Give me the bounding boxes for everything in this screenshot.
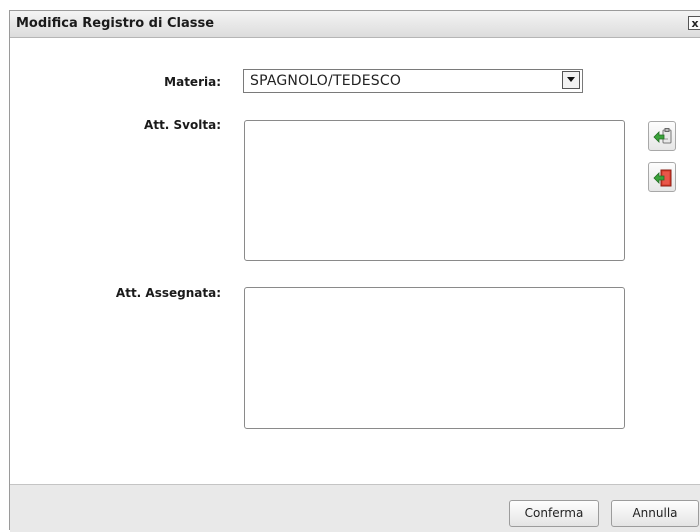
import-button[interactable] [648, 162, 676, 192]
cancel-button[interactable]: Annulla [611, 500, 699, 527]
red-book-green-arrow-icon [653, 169, 672, 187]
close-button[interactable]: x [688, 16, 700, 30]
att-assegnata-textarea[interactable] [244, 287, 625, 429]
att-assegnata-label: Att. Assegnata: [115, 286, 221, 300]
paste-green-arrow-icon [653, 128, 672, 144]
att-svolta-label: Att. Svolta: [144, 118, 221, 132]
dialog-titlebar[interactable]: Modifica Registro di Classe x [10, 11, 700, 38]
chevron-down-icon[interactable] [562, 71, 580, 89]
copy-previous-button[interactable] [648, 121, 676, 151]
edit-class-register-dialog: Modifica Registro di Classe x Materia: S… [9, 10, 700, 532]
dialog-footer: Conferma Annulla [10, 484, 700, 532]
att-svolta-textarea[interactable] [244, 120, 625, 261]
confirm-button[interactable]: Conferma [509, 500, 599, 527]
materia-selected-value: SPAGNOLO/TEDESCO [250, 73, 402, 89]
materia-label: Materia: [164, 75, 221, 89]
materia-select[interactable]: SPAGNOLO/TEDESCO [243, 69, 583, 93]
dialog-title: Modifica Registro di Classe [16, 16, 215, 31]
